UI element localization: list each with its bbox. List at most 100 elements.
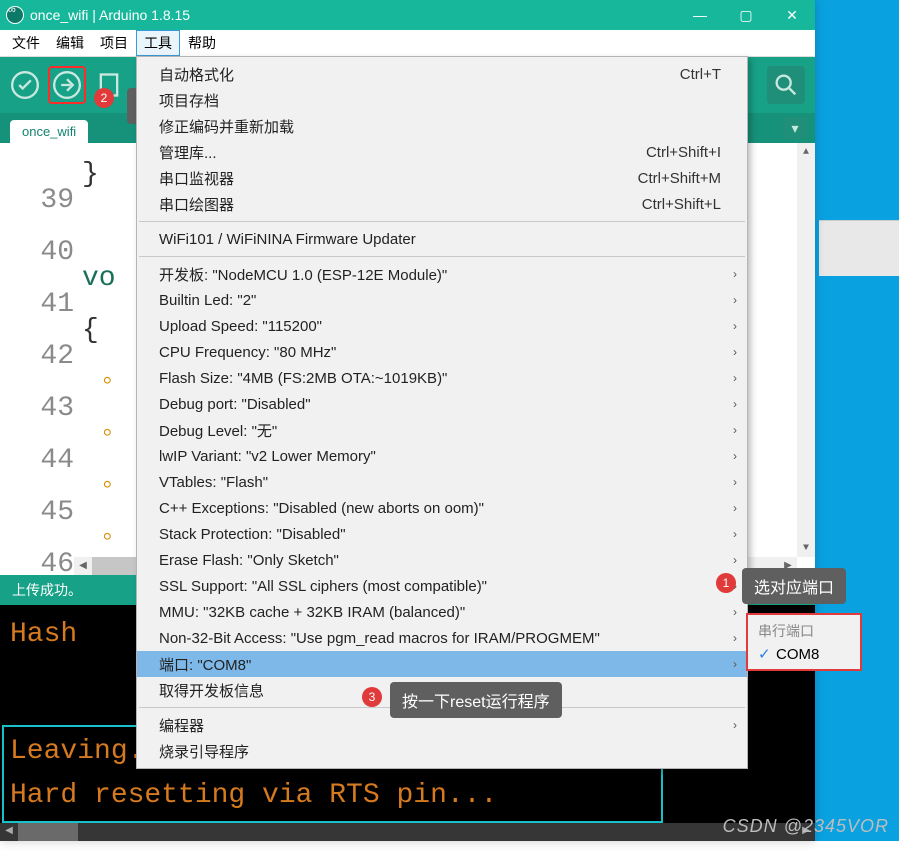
line-number: 45 [0, 487, 74, 539]
line-number: 46 [0, 539, 74, 575]
menu-item-stack-protection[interactable]: Stack Protection: "Disabled"› [137, 521, 747, 547]
code-dot: ◦ [99, 419, 116, 450]
menu-item-cpu-freq[interactable]: CPU Frequency: "80 MHz"› [137, 339, 747, 365]
line-gutter: 39 40 41 42 43 44 45 46 [0, 143, 82, 575]
chevron-right-icon: › [733, 449, 737, 463]
menu-edit[interactable]: 编辑 [48, 30, 92, 56]
menu-item-port[interactable]: 端口: "COM8"› [137, 651, 747, 677]
chevron-right-icon: › [733, 397, 737, 411]
line-number: 42 [0, 331, 74, 383]
maximize-button[interactable]: ▢ [723, 0, 769, 30]
code-text: vo [82, 263, 116, 294]
check-icon [11, 71, 39, 99]
chevron-right-icon: › [733, 293, 737, 307]
chevron-right-icon: › [733, 553, 737, 567]
chevron-right-icon: › [733, 371, 737, 385]
scroll-left-icon[interactable]: ◀ [0, 823, 18, 841]
menu-item-serial-plotter[interactable]: 串口绘图器Ctrl+Shift+L [137, 191, 747, 217]
menu-item-builtin-led[interactable]: Builtin Led: "2"› [137, 287, 747, 313]
chevron-right-icon: › [733, 319, 737, 333]
scroll-track[interactable] [797, 161, 815, 539]
annotation-label-3: 按一下reset运行程序 [390, 682, 562, 718]
console-hscrollbar[interactable]: ◀ ▶ [0, 823, 815, 841]
menu-item-non32[interactable]: Non-32-Bit Access: "Use pgm_read macros … [137, 625, 747, 651]
check-icon: ✓ [758, 645, 776, 663]
port-submenu: 串行端口 ✓ COM8 [746, 613, 862, 671]
verify-button[interactable] [6, 66, 44, 104]
line-number: 40 [0, 227, 74, 279]
menu-item-serial-monitor[interactable]: 串口监视器Ctrl+Shift+M [137, 165, 747, 191]
annotation-label-1: 选对应端口 [742, 568, 846, 604]
menu-sketch[interactable]: 项目 [92, 30, 136, 56]
menu-item-debug-level[interactable]: Debug Level: "无"› [137, 417, 747, 443]
menu-help[interactable]: 帮助 [180, 30, 224, 56]
menu-item-auto-format[interactable]: 自动格式化Ctrl+T [137, 61, 747, 87]
line-number: 43 [0, 383, 74, 435]
port-option-com8[interactable]: ✓ COM8 [748, 643, 860, 665]
scroll-thumb[interactable] [18, 823, 78, 841]
menu-separator [139, 221, 745, 222]
submenu-header: 串行端口 [748, 619, 860, 643]
chevron-right-icon: › [733, 267, 737, 281]
scroll-right-icon[interactable]: ▶ [797, 823, 815, 841]
minimize-button[interactable]: — [677, 0, 723, 30]
menu-item-ssl[interactable]: SSL Support: "All SSL ciphers (most comp… [137, 573, 747, 599]
chevron-right-icon: › [733, 501, 737, 515]
chevron-right-icon: › [733, 345, 737, 359]
caret-down-icon: ▾ [791, 120, 798, 137]
line-number: 41 [0, 279, 74, 331]
upload-button[interactable] [48, 66, 86, 104]
serial-monitor-button[interactable] [767, 66, 805, 104]
menu-item-flash-size[interactable]: Flash Size: "4MB (FS:2MB OTA:~1019KB)"› [137, 365, 747, 391]
menu-item-vtables[interactable]: VTables: "Flash"› [137, 469, 747, 495]
scroll-up-icon[interactable]: ▲ [797, 143, 815, 161]
code-dot: ◦ [99, 367, 116, 398]
port-label: COM8 [776, 646, 819, 663]
code-dot: ◦ [99, 471, 116, 502]
titlebar[interactable]: once_wifi | Arduino 1.8.15 — ▢ ✕ [0, 0, 815, 30]
taskbar-fragment [819, 220, 899, 276]
menu-item-erase-flash[interactable]: Erase Flash: "Only Sketch"› [137, 547, 747, 573]
magnifier-icon [772, 71, 800, 99]
chevron-right-icon: › [733, 657, 737, 671]
arrow-right-icon [53, 71, 81, 99]
close-button[interactable]: ✕ [769, 0, 815, 30]
annotation-badge-3: 3 [362, 687, 382, 707]
scroll-left-icon[interactable]: ◀ [74, 557, 92, 575]
menu-file[interactable]: 文件 [4, 30, 48, 56]
code-text: { [82, 315, 99, 346]
menu-item-burn-bootloader[interactable]: 烧录引导程序 [137, 738, 747, 764]
scroll-down-icon[interactable]: ▼ [797, 539, 815, 557]
annotation-badge-2: 2 [94, 88, 114, 108]
console-line: Hard resetting via RTS pin... [10, 774, 661, 818]
annotation-badge-1: 1 [716, 573, 736, 593]
menu-separator [139, 256, 745, 257]
tab-dropdown-button[interactable]: ▾ [783, 117, 807, 139]
status-text: 上传成功。 [12, 580, 82, 600]
menu-item-board[interactable]: 开发板: "NodeMCU 1.0 (ESP-12E Module)"› [137, 261, 747, 287]
tools-dropdown: 自动格式化Ctrl+T 项目存档 修正编码并重新加载 管理库...Ctrl+Sh… [136, 56, 748, 769]
menu-item-manage-libs[interactable]: 管理库...Ctrl+Shift+I [137, 139, 747, 165]
chevron-right-icon: › [733, 527, 737, 541]
menu-item-upload-speed[interactable]: Upload Speed: "115200"› [137, 313, 747, 339]
line-number: 44 [0, 435, 74, 487]
chevron-right-icon: › [733, 631, 737, 645]
menu-item-fw-updater[interactable]: WiFi101 / WiFiNINA Firmware Updater [137, 226, 747, 252]
menu-item-cpp-exceptions[interactable]: C++ Exceptions: "Disabled (new aborts on… [137, 495, 747, 521]
chevron-right-icon: › [733, 423, 737, 437]
tab-once-wifi[interactable]: once_wifi [10, 120, 88, 143]
menu-item-lwip[interactable]: lwIP Variant: "v2 Lower Memory"› [137, 443, 747, 469]
menu-item-mmu[interactable]: MMU: "32KB cache + 32KB IRAM (balanced)"… [137, 599, 747, 625]
code-dot: ◦ [99, 523, 116, 554]
menubar: 文件 编辑 项目 工具 帮助 [0, 30, 815, 57]
menu-item-debug-port[interactable]: Debug port: "Disabled"› [137, 391, 747, 417]
menu-item-archive[interactable]: 项目存档 [137, 87, 747, 113]
editor-vscrollbar[interactable]: ▲ ▼ [797, 143, 815, 557]
chevron-right-icon: › [733, 718, 737, 732]
chevron-right-icon: › [733, 475, 737, 489]
line-number: 39 [0, 175, 74, 227]
menu-tools[interactable]: 工具 [136, 30, 180, 56]
menu-item-fix-encoding[interactable]: 修正编码并重新加载 [137, 113, 747, 139]
window-title: once_wifi | Arduino 1.8.15 [30, 7, 677, 23]
code-text: } [82, 159, 99, 190]
